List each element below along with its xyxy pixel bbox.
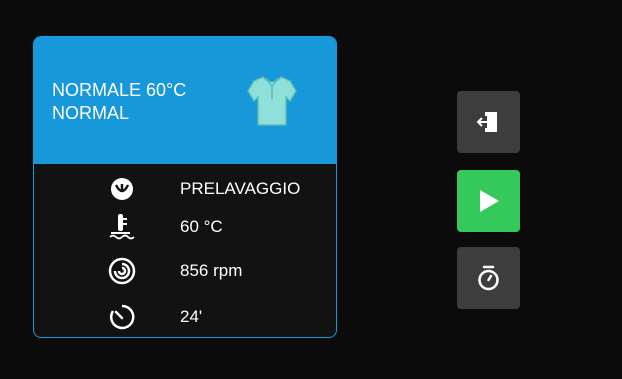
exit-button[interactable]: [457, 91, 520, 153]
temperature-icon: [109, 214, 135, 240]
start-button[interactable]: [457, 170, 520, 232]
duration-value: 24': [180, 307, 203, 326]
program-name-line1: NORMALE 60°C: [52, 80, 187, 100]
spin-speed-value: 856 rpm: [180, 261, 243, 280]
detail-row-duration: 24': [34, 299, 336, 337]
detail-row-temperature: 60 °C: [34, 209, 336, 247]
detail-row-spin: 856 rpm: [34, 253, 336, 291]
shirt-icon: [247, 76, 297, 126]
timer-icon: [110, 304, 135, 330]
prewash-label: PRELAVAGGIO: [180, 179, 301, 198]
spin-icon: [108, 257, 136, 285]
program-title: NORMALE 60°C NORMAL: [52, 79, 186, 125]
play-icon: [480, 190, 499, 212]
stopwatch-icon: [478, 265, 499, 291]
program-card[interactable]: NORMALE 60°C NORMAL PRELAVAGGIO 60 °C 85…: [33, 36, 337, 338]
exit-door-icon: [476, 112, 497, 132]
detail-row-prewash: PRELAVAGGIO: [34, 171, 336, 209]
delay-start-button[interactable]: [457, 247, 520, 309]
temperature-value: 60 °C: [180, 217, 223, 236]
program-header: NORMALE 60°C NORMAL: [34, 37, 336, 164]
program-name-line2: NORMAL: [52, 103, 130, 123]
prewash-icon: [111, 178, 133, 200]
